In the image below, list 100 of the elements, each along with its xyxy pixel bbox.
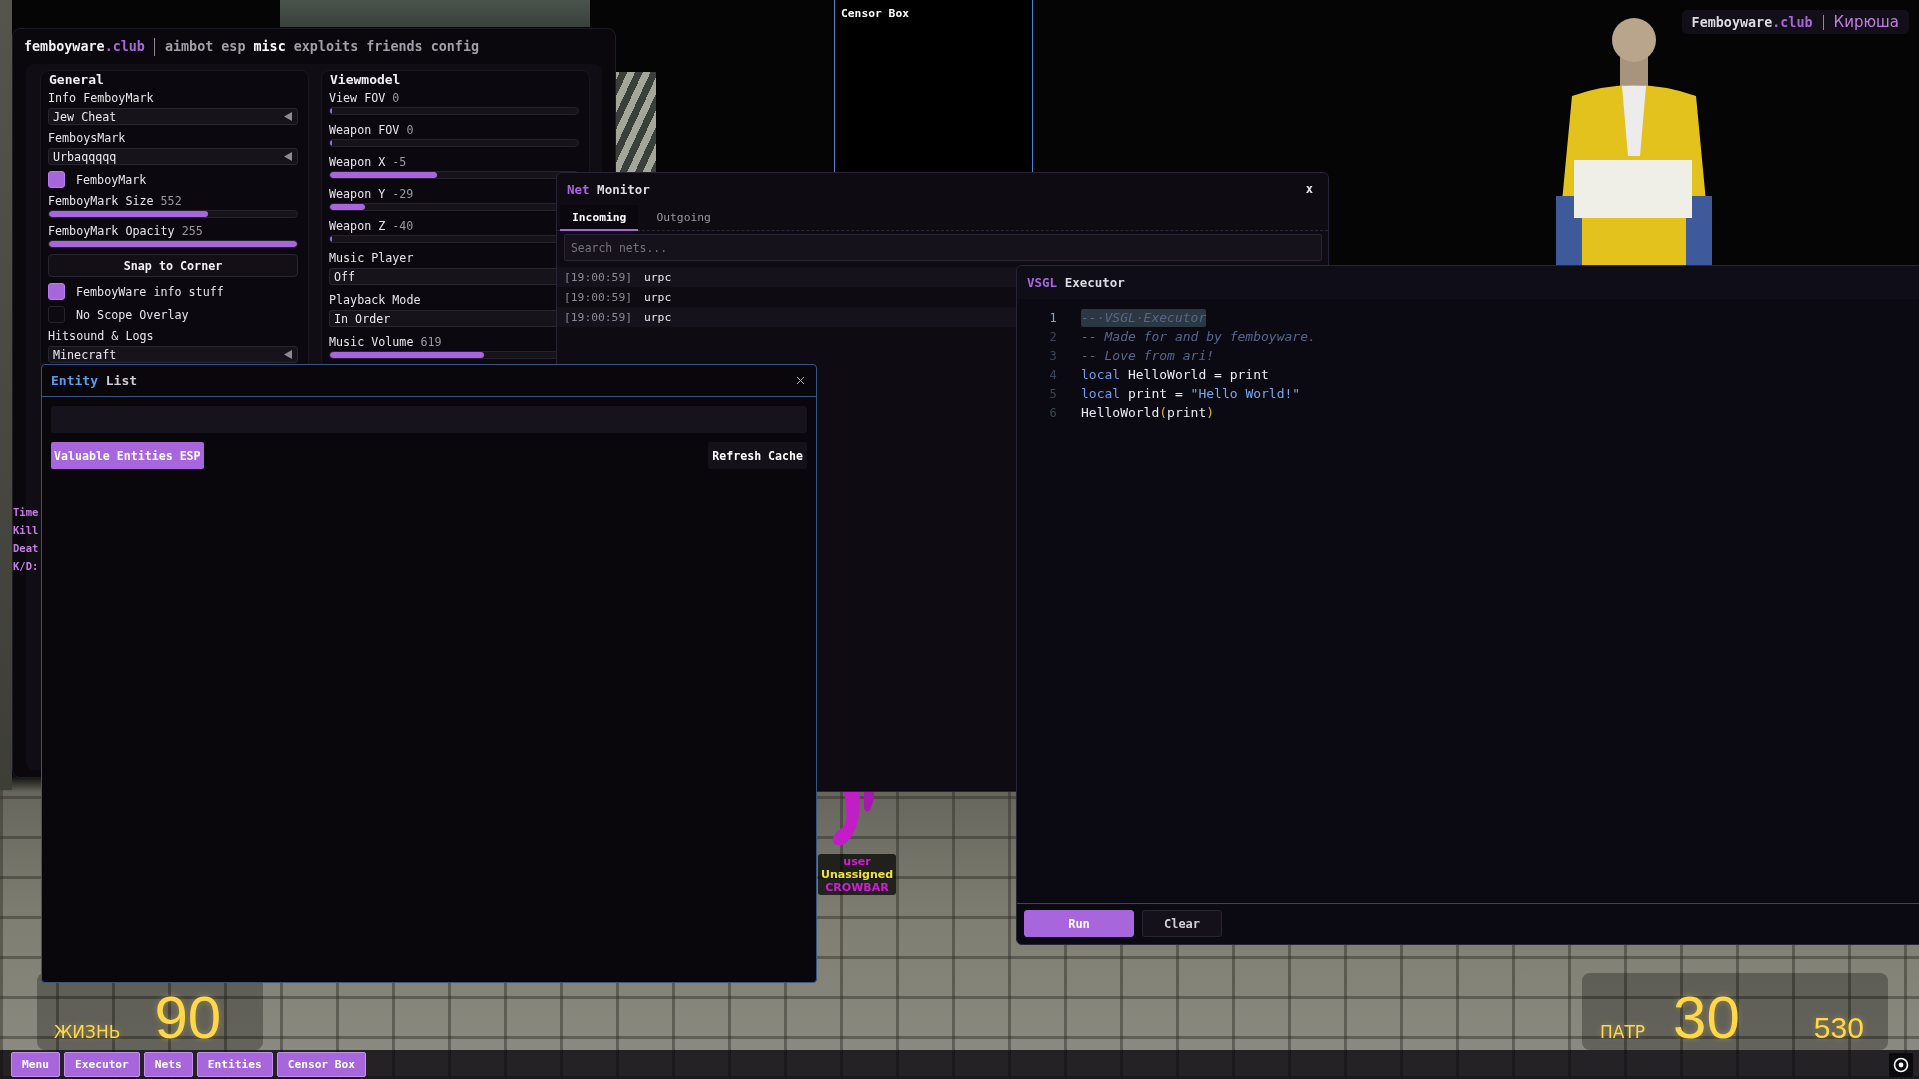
ammo-clip: 30 (1673, 988, 1740, 1048)
brand-name: femboyware.club (24, 39, 145, 54)
slider-label: Weapon FOV (329, 123, 400, 137)
menu-tab[interactable]: esp (221, 39, 246, 54)
slider-fill[interactable] (330, 204, 365, 210)
slider-value: 255 (181, 224, 203, 238)
slider-track[interactable] (329, 139, 579, 147)
code-line: -- Made for and by femboyware. (1081, 327, 1316, 346)
taskbar-button[interactable]: Executor (63, 1052, 140, 1077)
menu-tab[interactable]: config (430, 39, 480, 54)
line-number: 6 (1048, 405, 1058, 420)
code-line: local HelloWorld = print (1081, 365, 1269, 384)
field-label: Info FemboyMark (48, 91, 154, 105)
field-label: Playback Mode (329, 293, 421, 307)
close-x[interactable]: x (1303, 182, 1315, 196)
slider-value: -40 (392, 219, 414, 233)
slider-value: 0 (392, 91, 400, 105)
stat-label: Deat (13, 541, 39, 556)
slider-value: 0 (406, 123, 414, 137)
dropdown[interactable]: Jew Cheat (48, 108, 298, 125)
tab[interactable]: Incoming (560, 205, 639, 231)
field-label: Music Player (329, 251, 414, 265)
run-button[interactable]: Run (1024, 910, 1134, 937)
refresh-button[interactable]: Refresh Cache (708, 442, 807, 469)
menu-tab[interactable]: exploits (293, 39, 359, 54)
slider-label: Weapon Y (329, 187, 386, 201)
slider-value: 552 (160, 194, 182, 208)
line-number: 1 (1048, 310, 1058, 325)
checkbox-label: FemboyWare info stuff (76, 284, 224, 299)
close-icon[interactable] (794, 374, 807, 387)
taskbar-button[interactable]: Censor Box (276, 1052, 367, 1077)
timestamp: [19:00:59] (564, 310, 632, 324)
snap-button[interactable]: Snap to Corner (48, 254, 298, 277)
slider-fill[interactable] (49, 211, 208, 217)
code-line: HelloWorld(print) (1081, 403, 1215, 422)
menu-tab[interactable]: friends (366, 39, 423, 54)
ammo-reserve: 530 (1813, 1011, 1864, 1045)
timestamp: [19:00:59] (564, 290, 632, 304)
menu-tab[interactable]: aimbot (164, 39, 214, 54)
slider-track[interactable] (329, 107, 579, 115)
caret-left-icon (284, 152, 292, 161)
window-title: VSGL Executor (1027, 275, 1125, 290)
ring-icon[interactable] (1889, 1052, 1913, 1077)
caret-left-icon (284, 350, 292, 359)
net-name: urpc (644, 290, 672, 304)
stat-label: Time (13, 505, 39, 520)
net-name: urpc (644, 270, 672, 284)
code-line: -- Love from ari! (1081, 346, 1215, 365)
slider-track[interactable] (48, 240, 298, 248)
stat-label: Kill (13, 523, 39, 538)
dropdown[interactable]: Minecraft (48, 346, 298, 363)
net-name: urpc (644, 310, 672, 324)
health-label: ЖИЗНЬ (54, 1022, 121, 1042)
tab[interactable]: Outgoing (644, 205, 723, 231)
caret-left-icon (284, 112, 292, 121)
slider-value: -29 (392, 187, 414, 201)
menu-tab[interactable]: misc (253, 39, 286, 54)
window-title: Net Monitor (567, 181, 650, 197)
ammo-label: ПАТР (1600, 1022, 1646, 1042)
checkbox[interactable] (48, 171, 65, 188)
brand-name: Femboyware.club (1691, 14, 1813, 30)
clear-button[interactable]: Clear (1142, 910, 1222, 937)
health-value: 90 (154, 988, 222, 1048)
checkbox[interactable] (48, 306, 65, 323)
user-name: Кирюша (1833, 13, 1899, 31)
esp-toggle-button[interactable]: Valuable Entities ESP (51, 442, 204, 469)
line-number: 2 (1048, 329, 1058, 344)
dropdown[interactable]: Urbaqqqqq (48, 148, 298, 165)
slider-fill[interactable] (330, 172, 437, 178)
slider-label: Music Volume (329, 335, 414, 349)
slider-label: View FOV (329, 91, 386, 105)
code-line: local print = "Hello World!" (1081, 384, 1301, 403)
slider-track[interactable] (48, 210, 298, 218)
censor-box-title: Censor Box (841, 7, 909, 21)
slider-label: FemboyMark Opacity (48, 224, 175, 238)
slider-value: -5 (392, 155, 407, 169)
dropdown[interactable]: In Order (329, 310, 556, 327)
esp-label: CROWBAR (825, 881, 889, 894)
group-title: Viewmodel (329, 71, 401, 89)
esp-label: Unassigned (820, 868, 894, 881)
slider-label: Weapon Z (329, 219, 386, 233)
dropdown[interactable]: Off (329, 268, 556, 285)
checkbox[interactable] (48, 283, 65, 300)
slider-value: 619 (420, 335, 442, 349)
window-title: Entity List (51, 373, 138, 388)
stat-label: K/D: (13, 559, 39, 574)
field-label: Hitsound & Logs (48, 329, 154, 343)
slider-label: Weapon X (329, 155, 386, 169)
taskbar-button[interactable]: Menu (11, 1052, 60, 1077)
group-title: General (48, 71, 104, 89)
search-field[interactable]: Search nets... (564, 234, 1322, 261)
slider-fill[interactable] (330, 352, 484, 358)
line-number: 5 (1048, 386, 1058, 401)
line-number: 3 (1048, 348, 1058, 363)
slider-label: FemboyMark Size (48, 194, 154, 208)
taskbar-button[interactable]: Entities (196, 1052, 273, 1077)
checkbox-label: No Scope Overlay (76, 307, 189, 322)
line-number: 4 (1048, 367, 1058, 382)
taskbar-button[interactable]: Nets (143, 1052, 193, 1077)
timestamp: [19:00:59] (564, 270, 632, 284)
